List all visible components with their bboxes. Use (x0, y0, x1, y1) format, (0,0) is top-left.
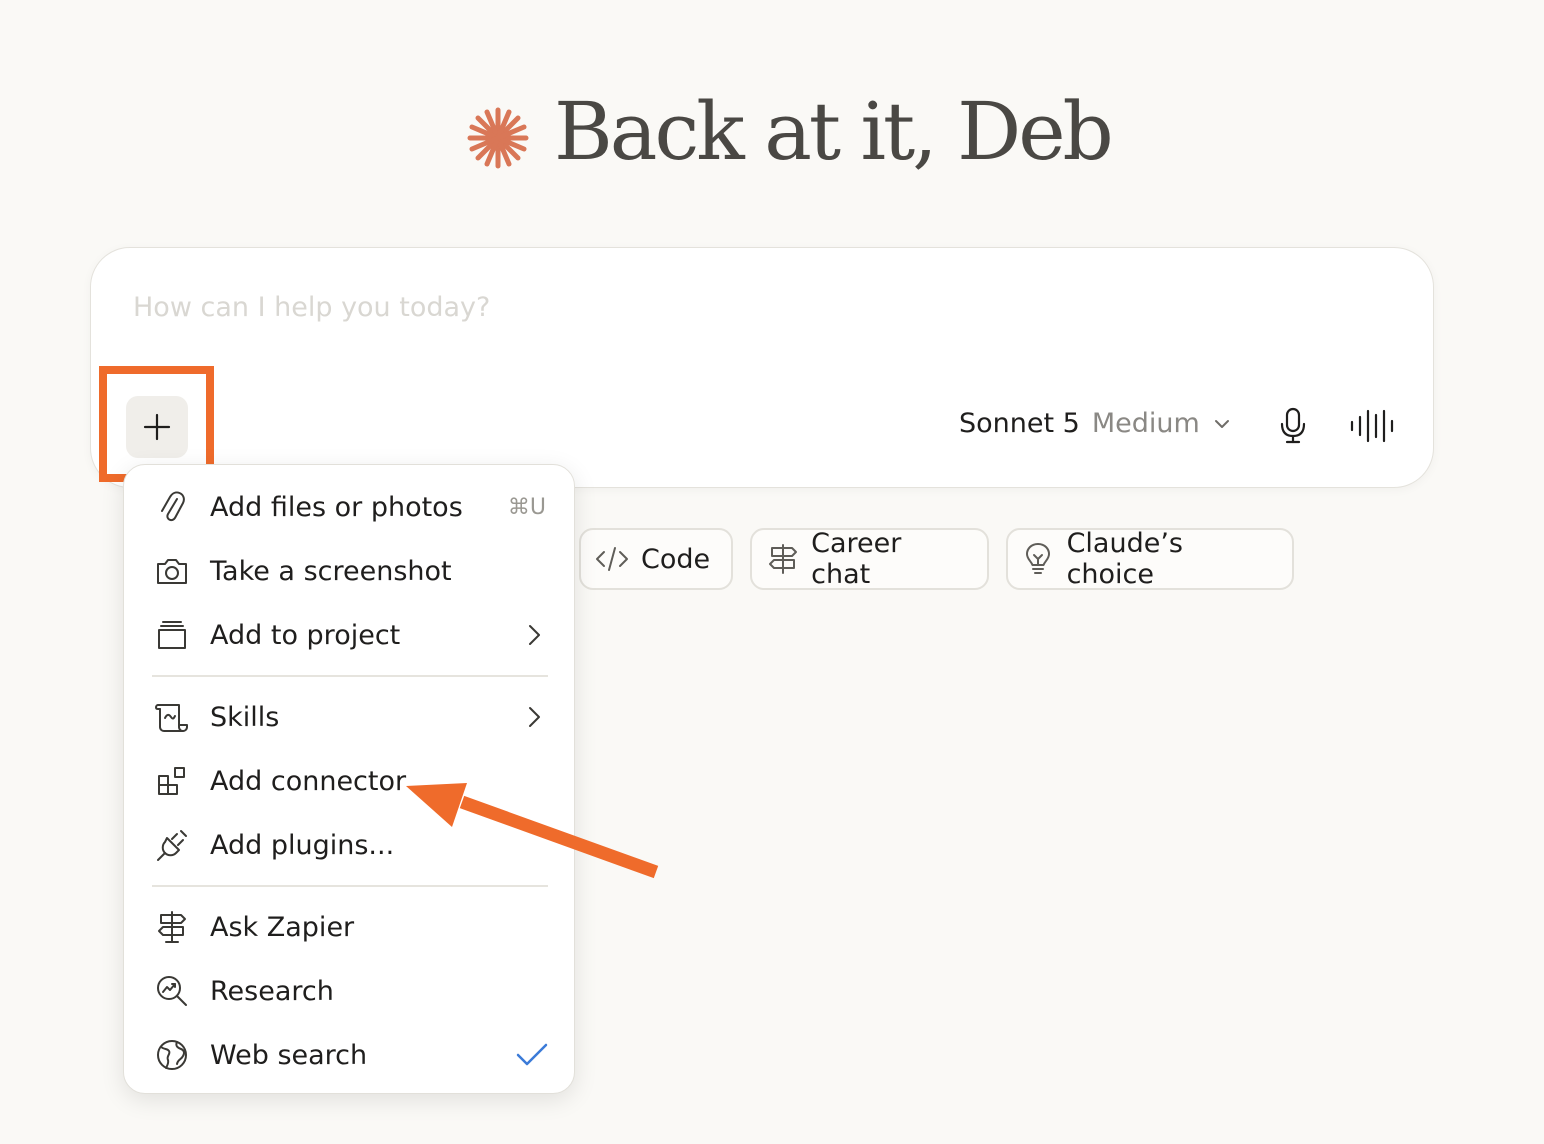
add-content-menu: Add files or photos ⌘U Take a screenshot (123, 464, 575, 1094)
claude-spark-icon (464, 104, 532, 172)
scroll-icon (154, 699, 190, 735)
add-content-button[interactable] (126, 396, 188, 458)
lightbulb-icon (1022, 542, 1055, 576)
chip-claudes-choice[interactable]: Claude’s choice (1006, 528, 1294, 590)
chip-code[interactable]: Code (579, 528, 733, 590)
chevron-down-icon (1212, 414, 1232, 434)
chevron-right-icon (522, 623, 546, 647)
menu-item-add-plugins[interactable]: Add plugins... (144, 817, 556, 873)
code-icon (595, 542, 629, 576)
chip-career-chat[interactable]: Career chat (750, 528, 989, 590)
microphone-button[interactable] (1275, 406, 1311, 446)
model-name: Sonnet 5 (959, 408, 1080, 439)
voice-mode-button[interactable] (1349, 408, 1395, 444)
microphone-icon (1280, 407, 1306, 444)
composer: Sonnet 5 Medium (90, 247, 1434, 488)
menu-item-add-connector[interactable]: Add connector (144, 753, 556, 809)
menu-item-label: Add plugins... (210, 829, 395, 861)
plug-icon (154, 827, 190, 863)
globe-icon (154, 1037, 190, 1073)
chevron-right-icon (522, 705, 546, 729)
menu-item-skills[interactable]: Skills (144, 689, 556, 745)
chip-label: Claude’s choice (1066, 528, 1183, 590)
menu-item-add-to-project[interactable]: Add to project (144, 607, 556, 663)
signpost-icon (766, 542, 799, 576)
research-icon (154, 973, 190, 1009)
menu-divider (152, 885, 548, 887)
chip-label: Code (641, 543, 711, 575)
menu-item-add-files[interactable]: Add files or photos ⌘U (144, 479, 556, 535)
model-selector[interactable]: Sonnet 5 Medium (959, 408, 1232, 439)
greeting: Back at it, Deb (464, 85, 1114, 178)
menu-item-ask-zapier[interactable]: Ask Zapier (144, 899, 556, 955)
menu-item-label: Add files or photos (210, 491, 463, 523)
menu-item-label: Skills (210, 701, 280, 733)
menu-item-label: Take a screenshot (210, 555, 452, 587)
page: Back at it, Deb Sonnet 5 Medium (0, 0, 1544, 1144)
project-icon (154, 617, 190, 653)
menu-item-research[interactable]: Research (144, 963, 556, 1019)
menu-item-take-screenshot[interactable]: Take a screenshot (144, 543, 556, 599)
prompt-input[interactable] (133, 292, 1033, 323)
model-effort: Medium (1091, 408, 1200, 439)
menu-item-label: Web search (210, 1039, 368, 1071)
menu-item-label: Add connector (210, 765, 407, 797)
menu-divider (152, 675, 548, 677)
greeting-text: Back at it, Deb (554, 85, 1114, 178)
paperclip-icon (154, 489, 190, 525)
waveform-icon (1350, 409, 1394, 443)
keyboard-shortcut: ⌘U (507, 494, 546, 520)
signpost-icon (154, 909, 190, 945)
menu-item-label: Ask Zapier (210, 911, 355, 943)
menu-item-label: Add to project (210, 619, 401, 651)
plus-icon (143, 413, 171, 441)
menu-item-web-search[interactable]: Web search (144, 1027, 556, 1083)
checkmark-icon (514, 1040, 550, 1070)
connector-icon (154, 763, 190, 799)
camera-icon (154, 553, 190, 589)
chip-label: Career chat (811, 528, 902, 590)
menu-item-label: Research (210, 975, 334, 1007)
